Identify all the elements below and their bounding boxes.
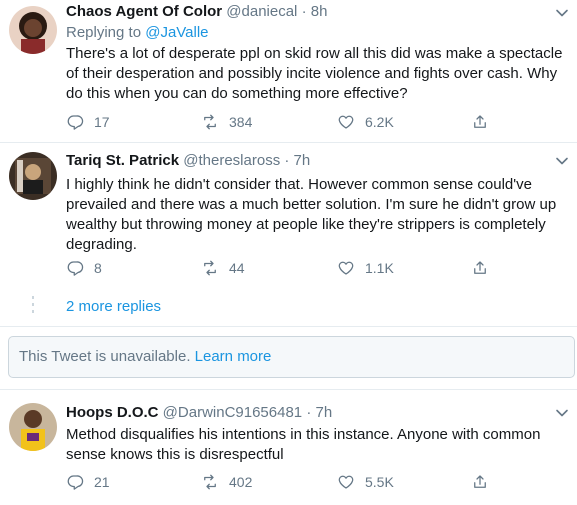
chevron-down-icon[interactable] bbox=[555, 406, 569, 420]
author-name[interactable]: Tariq St. Patrick bbox=[66, 152, 179, 169]
reply-icon bbox=[66, 473, 94, 491]
separator: · bbox=[306, 404, 312, 421]
tweet-text: Method disqualifies his intentions in th… bbox=[66, 426, 541, 463]
retweet-button[interactable]: 384 bbox=[201, 112, 252, 132]
divider bbox=[0, 326, 577, 327]
retweet-button[interactable]: 402 bbox=[201, 472, 252, 492]
author-handle[interactable]: @daniecal bbox=[226, 3, 297, 20]
like-icon bbox=[337, 113, 365, 131]
share-button[interactable] bbox=[471, 258, 499, 278]
reply-button[interactable]: 17 bbox=[66, 112, 110, 132]
reply-icon bbox=[66, 259, 94, 277]
tweet-text: There's a lot of desperate ppl on skid r… bbox=[66, 45, 563, 102]
replying-to: Replying to @JaValle bbox=[66, 23, 209, 43]
retweet-count: 402 bbox=[229, 474, 253, 490]
reply-button[interactable]: 8 bbox=[66, 258, 102, 278]
like-button[interactable]: 6.2K bbox=[337, 112, 394, 132]
retweet-icon bbox=[201, 473, 229, 491]
avatar[interactable] bbox=[9, 152, 57, 200]
tweet-actions: 21 402 5.5K bbox=[66, 472, 506, 492]
unavailable-text: This Tweet is unavailable. bbox=[19, 348, 191, 365]
tweet-text: I highly think he didn't consider that. … bbox=[66, 176, 557, 253]
tweet-actions: 17 384 6.2K bbox=[66, 112, 506, 132]
divider bbox=[0, 142, 577, 143]
share-icon bbox=[471, 113, 499, 131]
reply-button[interactable]: 21 bbox=[66, 472, 110, 492]
author-name[interactable]: Chaos Agent Of Color bbox=[66, 3, 222, 20]
tweet-actions: 8 44 1.1K bbox=[66, 258, 506, 278]
retweet-icon bbox=[201, 113, 229, 131]
author-handle[interactable]: @DarwinC91656481 bbox=[163, 404, 302, 421]
like-icon bbox=[337, 259, 365, 277]
retweet-count: 384 bbox=[229, 114, 253, 130]
more-replies-link[interactable]: 2 more replies bbox=[66, 297, 161, 317]
like-button[interactable]: 5.5K bbox=[337, 472, 394, 492]
replying-prefix: Replying to bbox=[66, 24, 142, 41]
unavailable-tweet-notice: This Tweet is unavailable. Learn more bbox=[8, 336, 575, 378]
reply-count: 21 bbox=[94, 474, 110, 490]
retweet-icon bbox=[201, 259, 229, 277]
divider bbox=[0, 389, 577, 390]
chevron-down-icon[interactable] bbox=[555, 6, 569, 20]
reply-icon bbox=[66, 113, 94, 131]
learn-more-link[interactable]: Learn more bbox=[195, 348, 272, 365]
separator: · bbox=[284, 152, 290, 169]
tweet-header: Chaos Agent Of Color @daniecal · 8h bbox=[66, 2, 327, 22]
like-count: 6.2K bbox=[365, 114, 394, 130]
tweet-header: Tariq St. Patrick @thereslaross · 7h bbox=[66, 151, 310, 171]
avatar[interactable] bbox=[9, 403, 57, 451]
share-button[interactable] bbox=[471, 472, 499, 492]
thread-connector bbox=[32, 296, 34, 317]
retweet-button[interactable]: 44 bbox=[201, 258, 245, 278]
author-name[interactable]: Hoops D.O.C bbox=[66, 404, 159, 421]
author-handle[interactable]: @thereslaross bbox=[183, 152, 280, 169]
tweet-header: Hoops D.O.C @DarwinC91656481 · 7h bbox=[66, 403, 332, 423]
timestamp[interactable]: 8h bbox=[311, 3, 328, 20]
like-icon bbox=[337, 473, 365, 491]
reply-count: 17 bbox=[94, 114, 110, 130]
separator: · bbox=[301, 3, 307, 20]
like-count: 1.1K bbox=[365, 260, 394, 276]
mention-link[interactable]: @JaValle bbox=[145, 24, 208, 41]
share-icon bbox=[471, 259, 499, 277]
reply-count: 8 bbox=[94, 260, 102, 276]
like-button[interactable]: 1.1K bbox=[337, 258, 394, 278]
like-count: 5.5K bbox=[365, 474, 394, 490]
chevron-down-icon[interactable] bbox=[555, 154, 569, 168]
timestamp[interactable]: 7h bbox=[316, 404, 333, 421]
share-button[interactable] bbox=[471, 112, 499, 132]
avatar[interactable] bbox=[9, 6, 57, 54]
share-icon bbox=[471, 473, 499, 491]
retweet-count: 44 bbox=[229, 260, 245, 276]
timestamp[interactable]: 7h bbox=[294, 152, 311, 169]
